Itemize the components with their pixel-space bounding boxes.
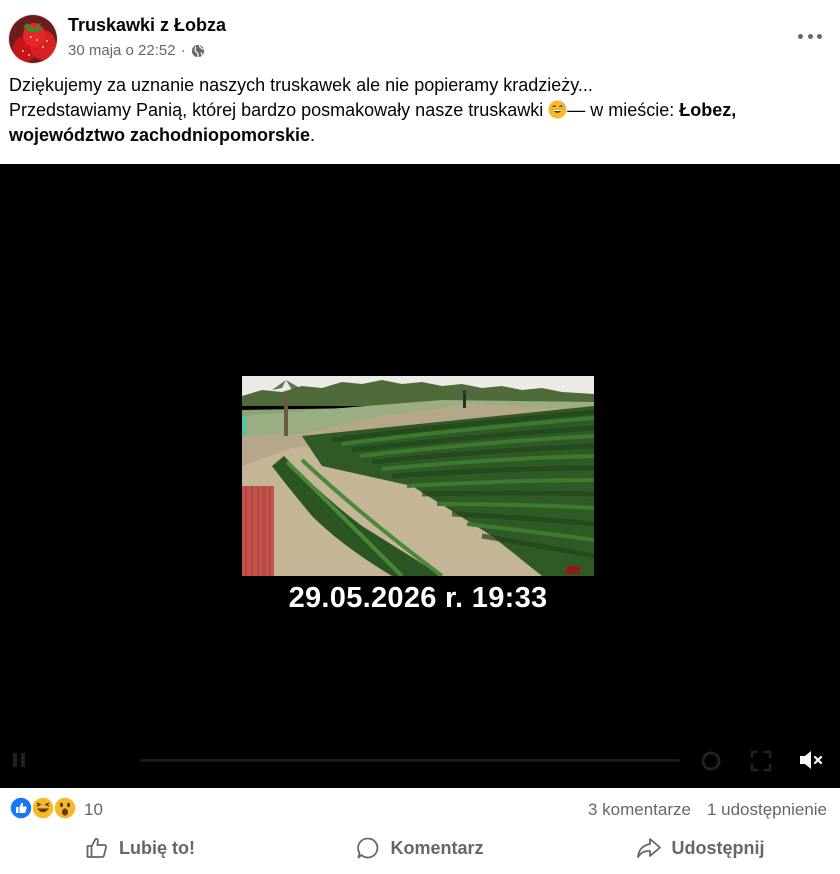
page-name[interactable]: Truskawki z Łobza — [68, 15, 226, 36]
meta-separator: · — [180, 42, 186, 59]
grinning-sweat-emoji — [548, 100, 567, 119]
reaction-icons[interactable] — [9, 796, 80, 820]
video-frame — [242, 376, 594, 576]
like-reaction-icon — [9, 796, 33, 820]
settings-icon[interactable] — [700, 750, 722, 772]
shares-count[interactable]: 1 udostępnienie — [707, 800, 827, 820]
volume-muted-icon[interactable] — [798, 748, 824, 772]
post-text: Dziękujemy za uznanie naszych truskawek … — [9, 73, 824, 148]
like-button[interactable]: Lubię to! — [0, 826, 280, 870]
thumbs-up-icon — [86, 838, 107, 858]
more-icon — [798, 33, 803, 39]
post-text-line2: Przedstawiamy Panią, której bardzo posma… — [9, 100, 737, 145]
share-icon — [636, 838, 661, 858]
video-timestamp: 29.05.2026 r. 19:33 — [288, 582, 548, 614]
reaction-count[interactable]: 10 — [84, 800, 103, 820]
post-date[interactable]: 30 maja o 22:52 — [68, 42, 176, 59]
more-options-button[interactable] — [798, 26, 822, 46]
video-controls — [0, 742, 840, 778]
post-actions: Lubię to! Komentarz Udostępnij — [0, 826, 840, 870]
fullscreen-icon[interactable] — [750, 750, 772, 772]
comments-count[interactable]: 3 komentarze — [588, 800, 691, 820]
haha-reaction-icon — [31, 796, 55, 820]
video-player[interactable]: 29.05.2026 r. 19:33 — [0, 164, 840, 788]
post-text-line1: Dziękujemy za uznanie naszych truskawek … — [9, 75, 593, 95]
comment-button[interactable]: Komentarz — [280, 826, 560, 870]
share-button[interactable]: Udostępnij — [560, 826, 840, 870]
post-meta: 30 maja o 22:52 · — [68, 42, 205, 59]
post-stats: 3 komentarze 1 udostępnienie — [588, 800, 827, 820]
page-avatar[interactable] — [8, 14, 58, 64]
globe-icon — [191, 44, 204, 57]
pause-icon[interactable] — [12, 752, 26, 768]
reactions-bar: 10 3 komentarze 1 udostępnienie — [0, 792, 840, 826]
video-progress-bar[interactable] — [140, 759, 680, 762]
wow-reaction-icon — [53, 796, 77, 820]
post-header: Truskawki z Łobza 30 maja o 22:52 · — [0, 0, 840, 70]
comment-icon — [357, 837, 379, 859]
